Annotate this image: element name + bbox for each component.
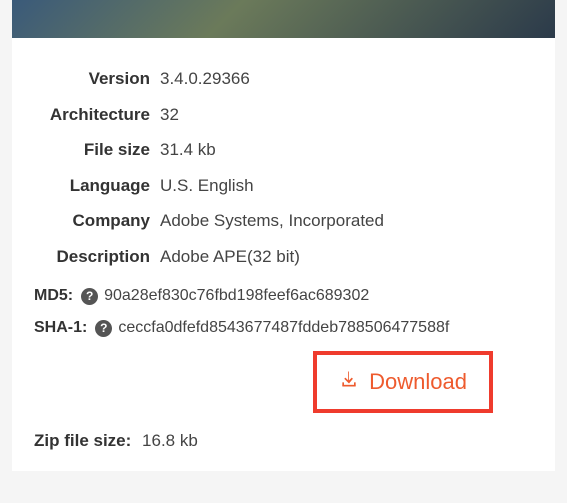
row-description: Description Adobe APE(32 bit) [34,244,533,270]
row-version: Version 3.4.0.29366 [34,66,533,92]
download-label: Download [369,369,467,395]
label-filesize: File size [34,137,160,163]
value-filesize: 31.4 kb [160,137,216,163]
row-zipsize: Zip file size: 16.8 kb [34,431,533,451]
value-md5: 90a28ef830c76fbd198feef6ac689302 [104,287,369,305]
help-icon[interactable]: ? [95,320,112,337]
row-company: Company Adobe Systems, Incorporated [34,208,533,234]
label-language: Language [34,173,160,199]
value-description: Adobe APE(32 bit) [160,244,300,270]
row-md5: MD5: ? 90a28ef830c76fbd198feef6ac689302 [34,287,533,305]
value-language: U.S. English [160,173,254,199]
row-language: Language U.S. English [34,173,533,199]
row-sha1: SHA-1: ? ceccfa0dfefd8543677487fddeb7885… [34,319,533,337]
label-version: Version [34,66,160,92]
label-zipsize: Zip file size: [34,431,131,450]
label-company: Company [34,208,160,234]
help-icon[interactable]: ? [81,288,98,305]
value-version: 3.4.0.29366 [160,66,250,92]
value-sha1: ceccfa0dfefd8543677487fddeb788506477588f [118,319,449,337]
label-description: Description [34,244,160,270]
label-sha1: SHA-1: [34,319,87,337]
hero-image [12,0,555,38]
download-button[interactable]: Download [339,369,467,395]
download-icon [339,369,359,395]
label-md5: MD5: [34,287,73,305]
file-details-card: Version 3.4.0.29366 Architecture 32 File… [12,38,555,471]
row-filesize: File size 31.4 kb [34,137,533,163]
value-zipsize: 16.8 kb [142,431,198,450]
download-highlight: Download [313,351,493,413]
label-architecture: Architecture [34,102,160,128]
value-company: Adobe Systems, Incorporated [160,208,384,234]
row-architecture: Architecture 32 [34,102,533,128]
value-architecture: 32 [160,102,179,128]
